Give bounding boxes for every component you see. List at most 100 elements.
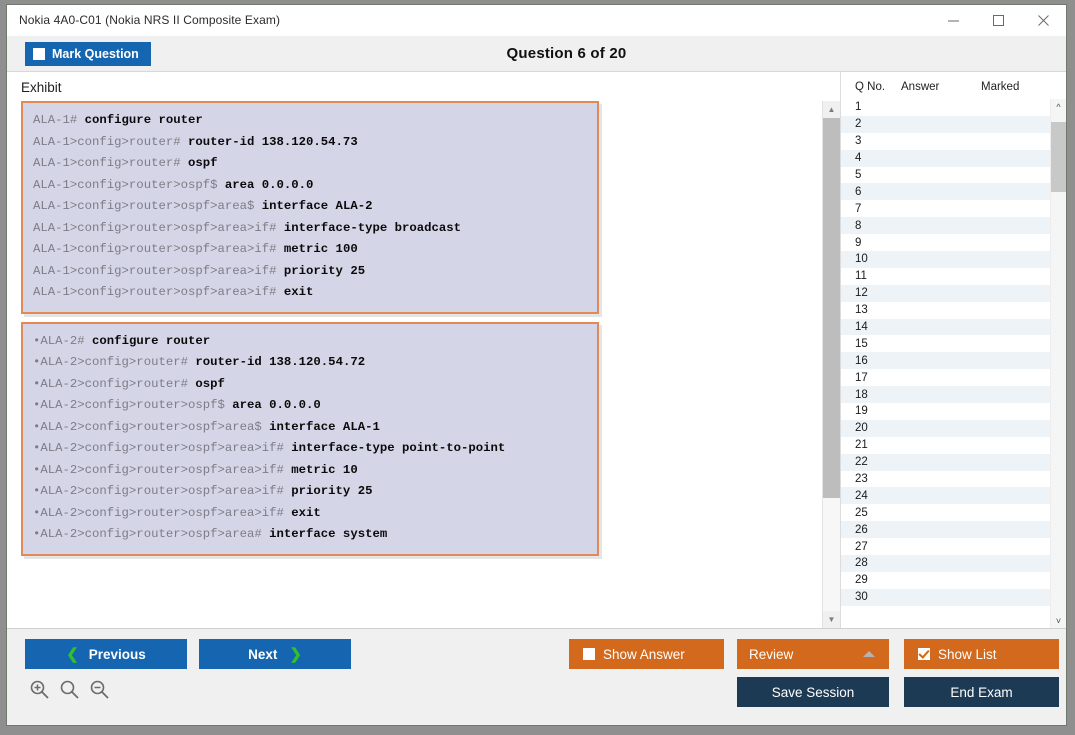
mark-question-checkbox[interactable] (33, 48, 45, 60)
exhibit-scrollbar[interactable]: ▲ ▼ (822, 101, 840, 628)
question-list-cell-q: 30 (841, 591, 901, 603)
question-list-row[interactable]: 22 (841, 454, 1050, 471)
zoom-out-icon[interactable] (89, 679, 110, 705)
window-title: Nokia 4A0-C01 (Nokia NRS II Composite Ex… (7, 13, 280, 27)
question-list-row[interactable]: 15 (841, 335, 1050, 352)
show-list-checkbox[interactable] (918, 648, 930, 660)
zoom-in-icon[interactable] (29, 679, 50, 705)
save-session-button[interactable]: Save Session (737, 677, 889, 707)
exhibit-scroll-down-icon[interactable]: ▼ (823, 611, 840, 628)
show-list-button[interactable]: Show List (904, 639, 1059, 669)
code-line: •ALA-2>config>router>ospf>area>if# exit (33, 503, 587, 525)
list-scroll-thumb[interactable] (1051, 122, 1066, 192)
question-list-row[interactable]: 18 (841, 386, 1050, 403)
code-line-prompt: •ALA-2>config>router# (33, 377, 195, 391)
question-list-row[interactable]: 19 (841, 403, 1050, 420)
code-line-prompt: •ALA-2>config>router>ospf>area>if# (33, 463, 291, 477)
code-line-prompt: ALA-1>config>router>ospf>area>if# (33, 221, 284, 235)
code-line-prompt: ALA-1>config>router# (33, 135, 188, 149)
show-answer-button[interactable]: Show Answer (569, 639, 724, 669)
question-list-row[interactable]: 3 (841, 133, 1050, 150)
question-list-row[interactable]: 8 (841, 217, 1050, 234)
code-line-command: metric 100 (284, 242, 358, 256)
code-line-prompt: •ALA-2>config>router>ospf>area$ (33, 420, 269, 434)
exhibit-scroll-wrap: ALA-1# configure routerALA-1>config>rout… (7, 101, 840, 628)
code-line-command: metric 10 (291, 463, 357, 477)
question-list-rows[interactable]: 1234567891011121314151617181920212223242… (841, 99, 1050, 628)
column-header-qno: Q No. (841, 81, 901, 93)
show-answer-checkbox[interactable] (583, 648, 595, 660)
code-line: •ALA-2>config>router>ospf$ area 0.0.0.0 (33, 395, 587, 417)
previous-button-label: Previous (89, 647, 146, 662)
end-exam-button[interactable]: End Exam (904, 677, 1059, 707)
question-list-row[interactable]: 1 (841, 99, 1050, 116)
question-list-row[interactable]: 6 (841, 183, 1050, 200)
question-list-row[interactable]: 21 (841, 437, 1050, 454)
question-list-row[interactable]: 20 (841, 420, 1050, 437)
question-list-row[interactable]: 24 (841, 487, 1050, 504)
code-line: ALA-1>config>router# ospf (33, 153, 587, 175)
code-line: •ALA-2>config>router>ospf>area# interfac… (33, 524, 587, 546)
question-list-cell-q: 20 (841, 422, 901, 434)
code-line-command: router-id 138.120.54.72 (195, 355, 365, 369)
question-list-row[interactable]: 7 (841, 200, 1050, 217)
question-list-row[interactable]: 4 (841, 150, 1050, 167)
code-line-prompt: ALA-1>config>router# (33, 156, 188, 170)
question-list-row[interactable]: 17 (841, 369, 1050, 386)
code-line-prompt: •ALA-2>config>router>ospf>area>if# (33, 441, 291, 455)
exhibit-content: ALA-1# configure routerALA-1>config>rout… (7, 101, 822, 628)
list-scroll-down-icon[interactable]: ˅ (1051, 613, 1066, 628)
question-list-row[interactable]: 27 (841, 538, 1050, 555)
previous-button[interactable]: ❮ Previous (25, 639, 187, 669)
question-list-row[interactable]: 16 (841, 352, 1050, 369)
code-line: ALA-1>config>router>ospf>area>if# metric… (33, 239, 587, 261)
question-list-row[interactable]: 9 (841, 234, 1050, 251)
question-list-cell-q: 24 (841, 490, 901, 502)
question-list-cell-q: 16 (841, 355, 901, 367)
code-line-command: interface-type point-to-point (291, 441, 505, 455)
code-line-prompt: ALA-1>config>router>ospf>area$ (33, 199, 262, 213)
question-list-row[interactable]: 29 (841, 572, 1050, 589)
mark-question-button[interactable]: Mark Question (25, 42, 151, 66)
list-scroll-track[interactable] (1051, 114, 1066, 613)
question-list-cell-q: 27 (841, 541, 901, 553)
exhibit-code-block: ALA-1# configure routerALA-1>config>rout… (21, 101, 599, 314)
review-dropdown[interactable]: Review (737, 639, 889, 669)
question-list-cell-q: 21 (841, 439, 901, 451)
code-line: •ALA-2>config>router>ospf>area>if# metri… (33, 460, 587, 482)
question-list-cell-q: 15 (841, 338, 901, 350)
code-line-command: interface-type broadcast (284, 221, 461, 235)
question-list-row[interactable]: 14 (841, 319, 1050, 336)
question-list-row[interactable]: 26 (841, 521, 1050, 538)
question-list-row[interactable]: 12 (841, 285, 1050, 302)
question-list-row[interactable]: 2 (841, 116, 1050, 133)
question-list-row[interactable]: 23 (841, 471, 1050, 488)
list-scroll-up-icon[interactable]: ^ (1051, 99, 1066, 114)
mark-question-label: Mark Question (52, 47, 139, 61)
code-line: •ALA-2>config>router>ospf>area>if# prior… (33, 481, 587, 503)
zoom-reset-icon[interactable] (59, 679, 80, 705)
maximize-icon[interactable] (976, 6, 1021, 35)
question-list-cell-q: 7 (841, 203, 901, 215)
save-session-label: Save Session (772, 685, 855, 700)
question-list-row[interactable]: 30 (841, 589, 1050, 606)
question-list-row[interactable]: 10 (841, 251, 1050, 268)
code-line: •ALA-2>config>router>ospf>area>if# inter… (33, 438, 587, 460)
question-list-cell-q: 1 (841, 101, 901, 113)
next-button[interactable]: Next ❯ (199, 639, 351, 669)
question-list-cell-q: 4 (841, 152, 901, 164)
end-exam-label: End Exam (950, 685, 1012, 700)
question-list-row[interactable]: 11 (841, 268, 1050, 285)
question-list-row[interactable]: 5 (841, 167, 1050, 184)
close-icon[interactable] (1021, 6, 1066, 35)
question-list-scrollbar[interactable]: ^ ˅ (1050, 99, 1066, 628)
question-list-row[interactable]: 13 (841, 302, 1050, 319)
show-answer-label: Show Answer (603, 647, 685, 662)
minimize-icon[interactable] (931, 6, 976, 35)
exhibit-scroll-track[interactable] (823, 118, 840, 611)
question-list-row[interactable]: 28 (841, 555, 1050, 572)
exhibit-scroll-up-icon[interactable]: ▲ (823, 101, 840, 118)
question-list-row[interactable]: 25 (841, 504, 1050, 521)
question-header: Mark Question Question 6 of 20 (7, 36, 1066, 71)
exhibit-scroll-thumb[interactable] (823, 118, 840, 498)
